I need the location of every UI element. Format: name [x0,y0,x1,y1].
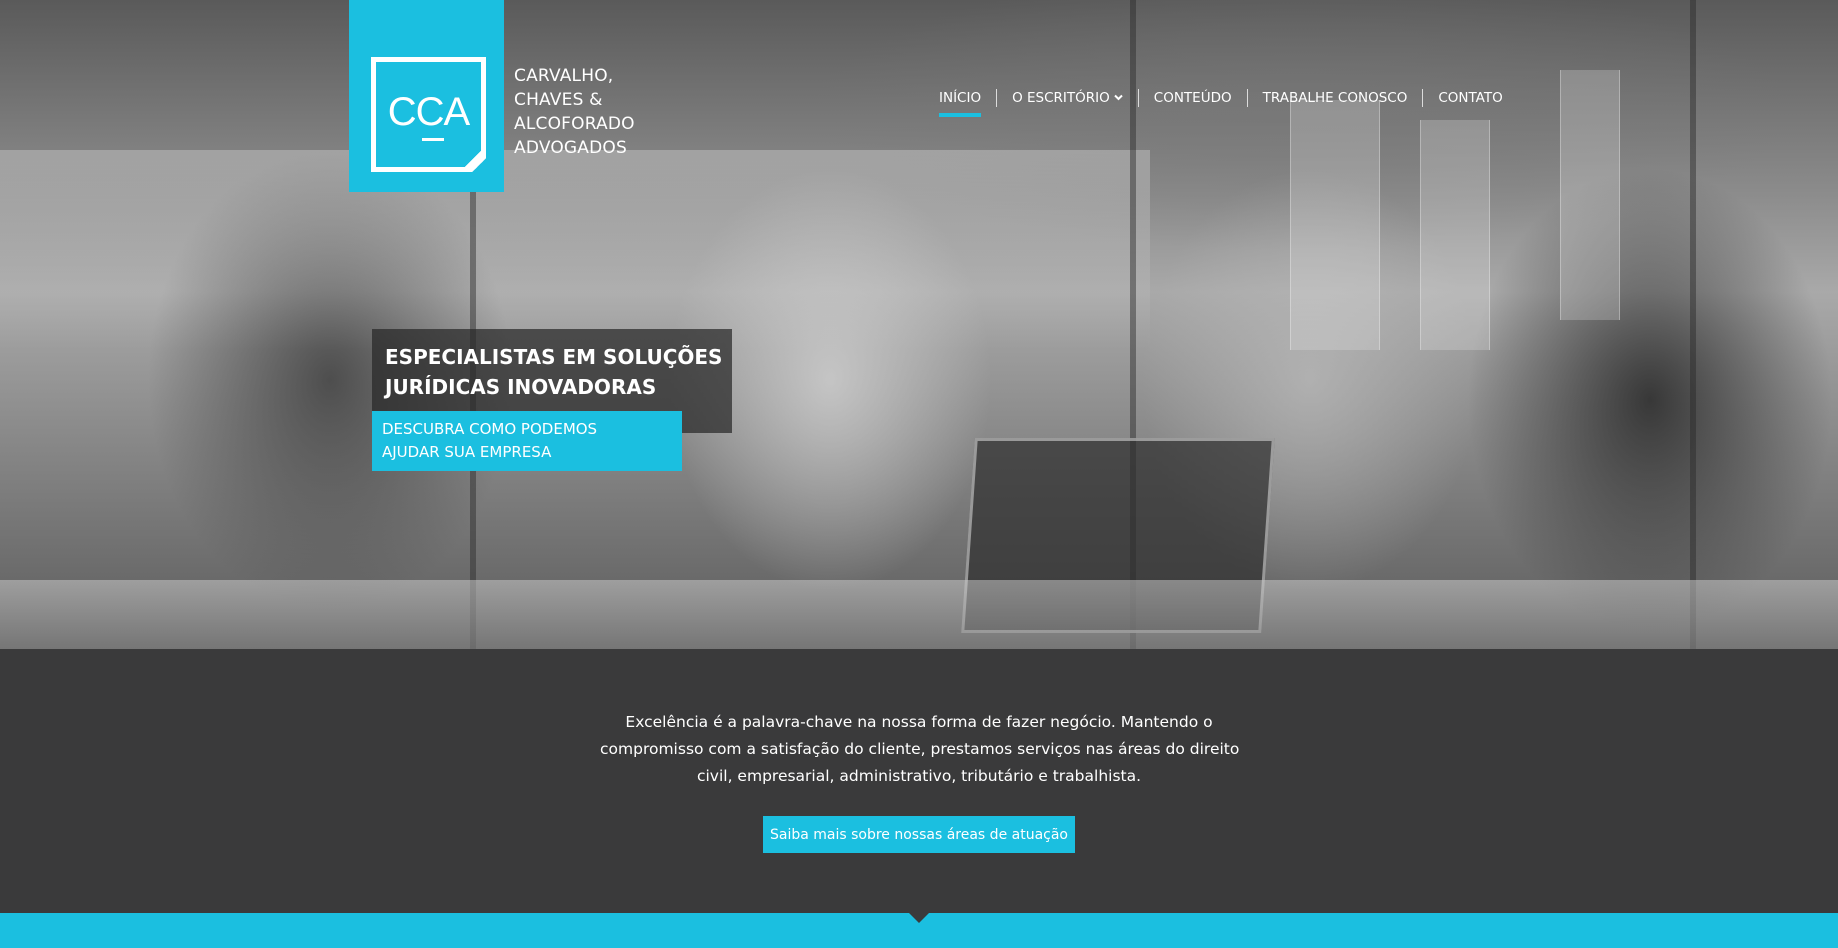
firm-name-line: CHAVES & [514,90,603,110]
intro-section: Excelência é a palavra-chave na nossa fo… [0,649,1838,913]
nav-item-contato[interactable]: CONTATO [1423,87,1517,109]
building-tower [1420,120,1490,350]
discover-cta-button[interactable]: DESCUBRA COMO PODEMOS AJUDAR SUA EMPRESA [372,411,682,471]
logo-mark-text: CCA [387,90,470,134]
nav-item-label: O ESCRITÓRIO [1012,90,1110,106]
table-surface [0,580,1838,649]
practice-areas-button[interactable]: Saiba mais sobre nossas áreas de atuação [763,816,1075,853]
headline-line: ESPECIALISTAS EM SOLUÇÕES [385,345,723,369]
logo-corner [463,149,483,169]
hero-banner [0,0,1838,649]
main-nav: INÍCIO O ESCRITÓRIO CONTEÚDO TRABALHE CO… [924,86,1518,117]
intro-line: civil, empresarial, administrativo, trib… [696,767,1142,785]
nav-item-label: TRABALHE CONOSCO [1262,90,1408,106]
nav-item-conteudo[interactable]: CONTEÚDO [1139,87,1247,109]
nav-item-trabalhe-conosco[interactable]: TRABALHE CONOSCO [1248,87,1423,109]
logo[interactable]: CCA [349,0,504,192]
nav-item-label: CONTATO [1438,90,1503,106]
cta-line: AJUDAR SUA EMPRESA [382,443,552,461]
logo-underbar [422,138,444,141]
firm-name-line: ALCOFORADO [514,114,635,134]
logo-mark: CCA [371,57,486,172]
hero-headline: ESPECIALISTAS EM SOLUÇÕES JURÍDICAS INOV… [385,342,725,402]
nav-item-inicio[interactable]: INÍCIO [924,87,996,117]
building-tower [1290,100,1380,350]
nav-item-label: INÍCIO [939,90,982,106]
nav-item-label: CONTEÚDO [1153,90,1232,106]
firm-name-line: CARVALHO, [514,66,614,86]
nav-item-o-escritorio[interactable]: O ESCRITÓRIO [997,87,1138,109]
chevron-down-icon [1114,93,1123,104]
intro-line: Excelência é a palavra-chave na nossa fo… [625,713,1213,731]
cta-line: DESCUBRA COMO PODEMOS [382,420,598,438]
firm-name-line: ADVOGADOS [514,138,627,158]
window-light [0,150,1150,350]
firm-name[interactable]: CARVALHO, CHAVES & ALCOFORADO ADVOGADOS [514,64,654,160]
intro-line: compromisso com a satisfação do cliente,… [600,740,1240,758]
headline-line: JURÍDICAS INOVADORAS [385,375,657,399]
building-tower [1560,70,1620,320]
window-frame [1690,0,1696,649]
intro-paragraph: Excelência é a palavra-chave na nossa fo… [600,709,1240,790]
strip-notch-icon [909,913,929,923]
